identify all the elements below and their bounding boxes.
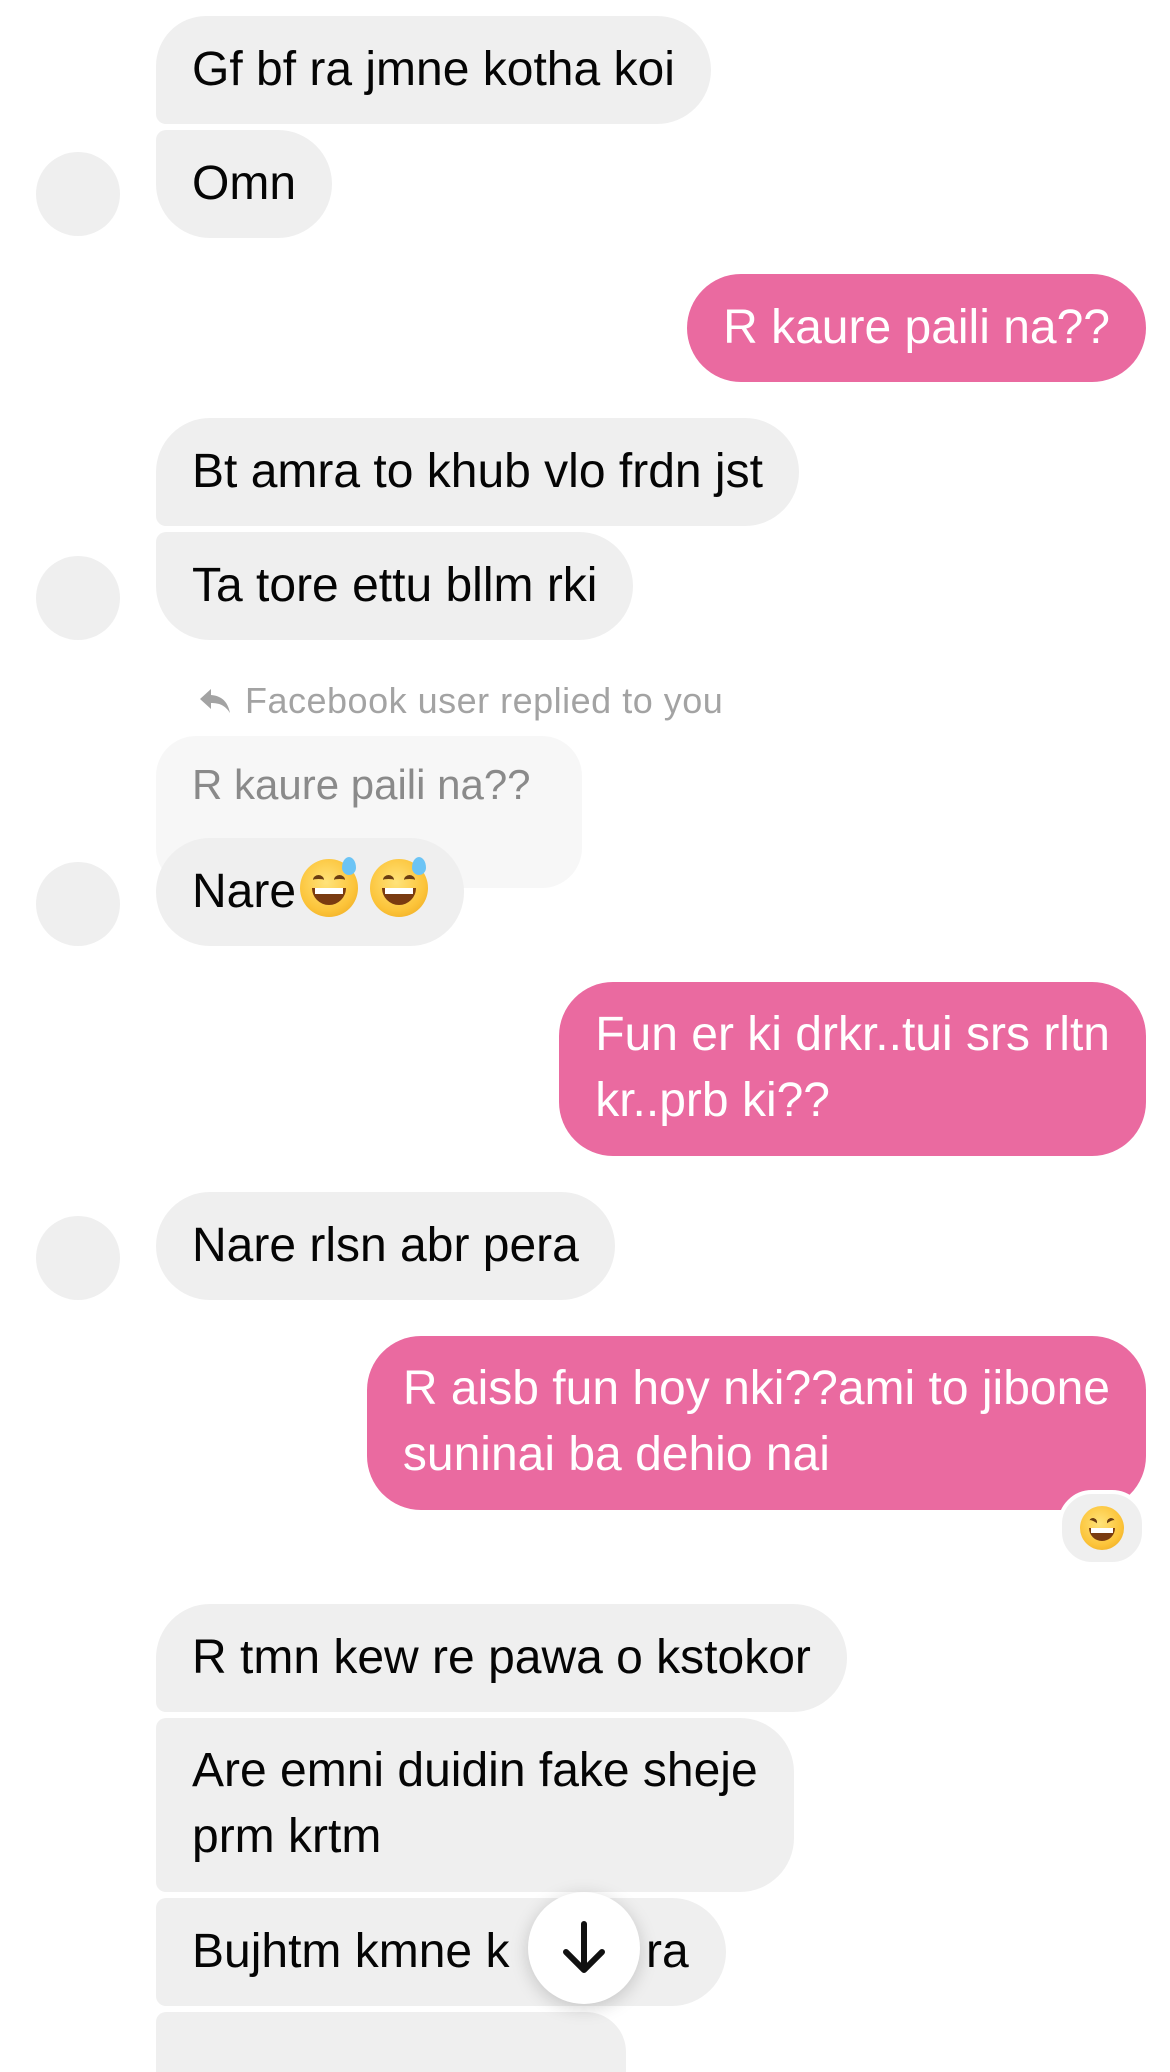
avatar[interactable]: [36, 862, 120, 946]
message-text: Bt amra to khub vlo frdn jst: [192, 445, 763, 498]
outgoing-message[interactable]: Fun er ki drkr..tui srs rltn kr..prb ki?…: [559, 982, 1146, 1156]
outgoing-message[interactable]: R kaure paili na??: [687, 274, 1146, 382]
incoming-message[interactable]: Nare rlsn abr pera: [156, 1192, 615, 1300]
message-text: Fun er ki drkr..tui srs rltn: [595, 1008, 1110, 1061]
incoming-message[interactable]: Nare: [156, 838, 465, 946]
incoming-message[interactable]: R tmn kew re pawa o kstokor: [156, 1604, 847, 1712]
grinning-sweat-emoji: [300, 857, 359, 917]
incoming-message[interactable]: Ta tore ettu bllm rki: [156, 532, 634, 640]
scroll-to-bottom-button[interactable]: [528, 1892, 640, 2004]
avatar[interactable]: [36, 1216, 120, 1300]
message-text: Nare rlsn abr pera: [192, 1219, 579, 1272]
incoming-message[interactable]: Omn: [156, 130, 333, 238]
incoming-message[interactable]: Bt amra to khub vlo frdn jst: [156, 418, 799, 526]
message-text: R tmn kew re pawa o kstokor: [192, 1631, 811, 1684]
outgoing-message[interactable]: R aisb fun hoy nki??ami to jibone sunina…: [366, 1336, 1146, 1510]
arrow-down-icon: [563, 1921, 605, 1973]
message-text: R aisb fun hoy nki??ami to jibone: [402, 1362, 1110, 1415]
incoming-message[interactable]: Bujhtm kmne k ra: [156, 1898, 726, 2006]
quoted-text: R kaure paili na??: [192, 761, 531, 808]
incoming-message[interactable]: Are emni duidin fake sheje prm krtm: [156, 1718, 794, 1892]
message-reaction[interactable]: [1058, 1490, 1146, 1566]
message-text: kr..prb ki??: [595, 1074, 830, 1127]
message-text: Are emni duidin fake sheje: [192, 1744, 758, 1797]
reply-arrow-icon: [200, 689, 230, 713]
avatar[interactable]: [36, 152, 120, 236]
message-text: suninai ba dehio nai: [402, 1428, 830, 1481]
reply-indicator: Facebook user replied to you: [197, 680, 723, 722]
message-text: Gf bf ra jmne kotha koi: [192, 43, 675, 96]
grinning-sweat-emoji: [370, 857, 429, 917]
incoming-message[interactable]: [156, 2012, 626, 2072]
reply-note-text: Facebook user replied to you: [245, 680, 724, 721]
message-text: Bujhtm kmne k: [192, 1925, 510, 1978]
message-text: Ta tore ettu bllm rki: [192, 559, 598, 612]
avatar[interactable]: [36, 556, 120, 640]
message-text: prm krtm: [192, 1810, 382, 1863]
message-text: R kaure paili na??: [723, 301, 1110, 354]
message-text: ra: [646, 1925, 689, 1978]
message-text: Nare: [192, 865, 297, 918]
incoming-message[interactable]: Gf bf ra jmne kotha koi: [156, 16, 711, 124]
laughing-squint-emoji: [1080, 1506, 1124, 1550]
message-text: Omn: [192, 157, 297, 210]
